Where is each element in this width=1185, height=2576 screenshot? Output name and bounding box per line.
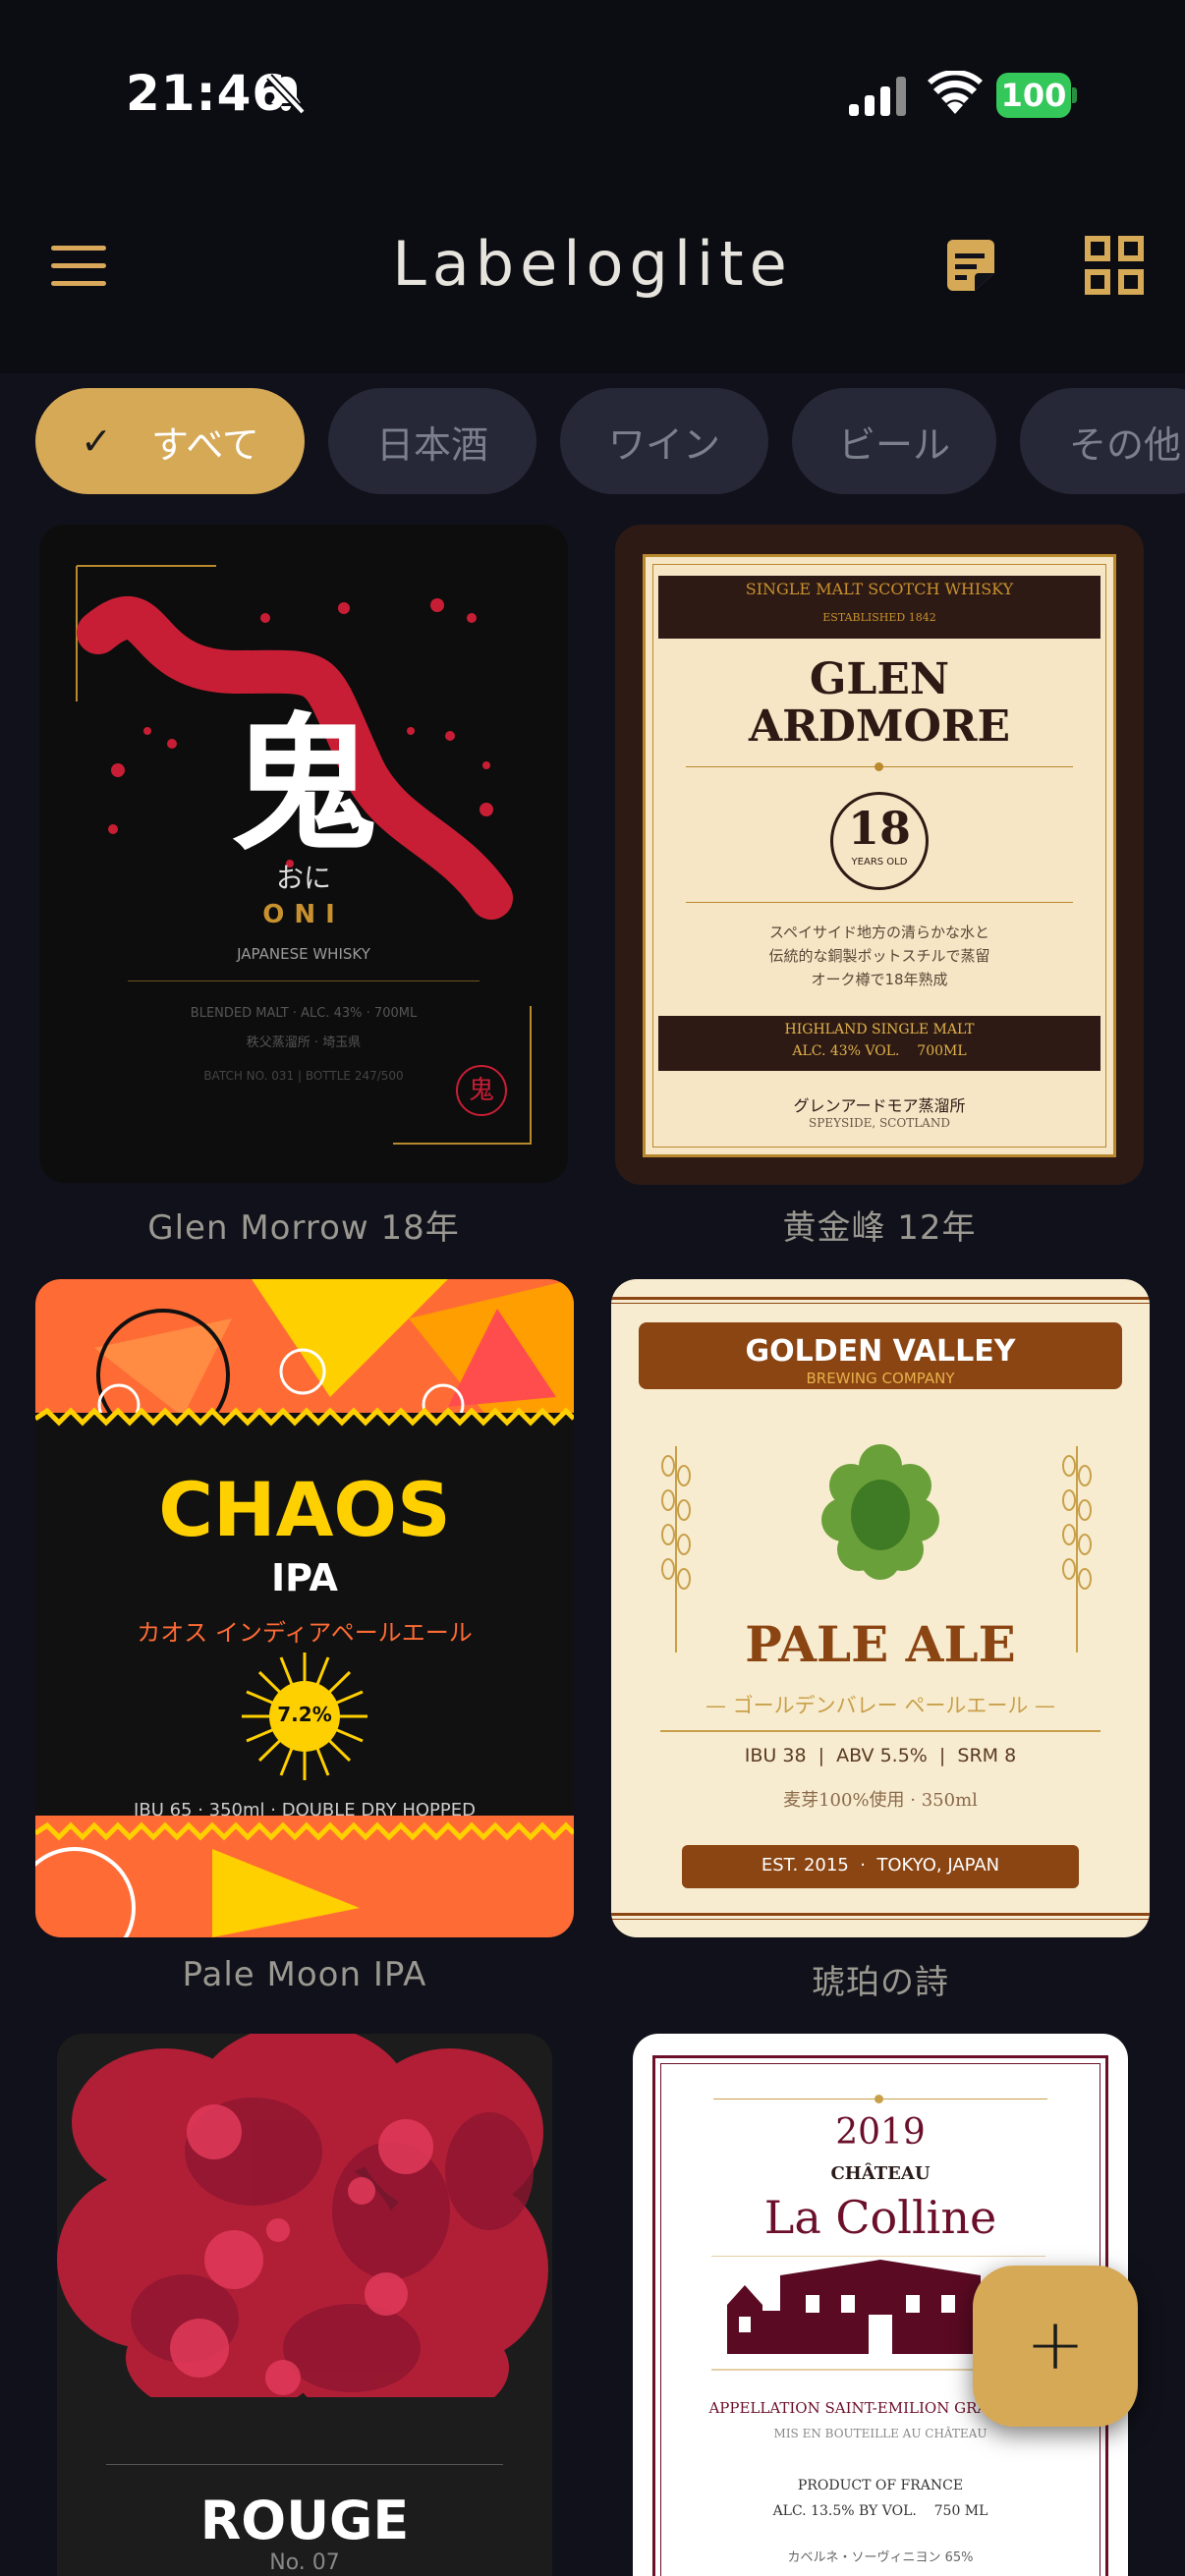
note-icon[interactable] xyxy=(941,236,1000,295)
filter-chip-sake[interactable]: 日本酒 xyxy=(328,388,536,494)
label-name: La Colline xyxy=(763,2191,997,2244)
label-specs: IBU 38 | ABV 5.5% | SRM 8 xyxy=(744,1745,1017,1766)
filter-chip-beer[interactable]: ビール xyxy=(792,388,996,494)
label-abv: 7.2% xyxy=(277,1703,332,1726)
label-style: IPA xyxy=(271,1556,338,1599)
battery-level: 100 xyxy=(996,73,1071,118)
label-bottled: MIS EN BOUTEILLE AU CHÂTEAU xyxy=(773,2427,988,2440)
label-desc1: スペイサイド地方の清らかな水と xyxy=(769,924,989,941)
label-chateau: CHÂTEAU xyxy=(830,2163,931,2184)
label-top2: ESTABLISHED 1842 xyxy=(822,611,936,624)
label-card-glen-ardmore[interactable]: SINGLE MALT SCOTCH WHISKY ESTABLISHED 18… xyxy=(615,525,1144,1185)
label-name1: GLEN xyxy=(809,654,950,704)
label-est: EST. 2015 · TOKYO, JAPAN xyxy=(761,1855,1000,1876)
label-jp: カオス インディアペールエール xyxy=(137,1619,473,1647)
app-title: Labeloglite xyxy=(392,228,793,300)
label-kana: おに xyxy=(275,862,331,894)
card-caption: Pale Moon IPA xyxy=(182,1955,427,1994)
label-artwork xyxy=(660,1444,1100,1732)
chip-label: すべて xyxy=(151,422,259,467)
label-age: 18 xyxy=(847,802,911,855)
label-foot1: グレンアードモア蒸溜所 xyxy=(793,1096,966,1115)
label-grape: カベルネ・ソーヴィニヨン 65% xyxy=(787,2550,974,2565)
label-line1: BLENDED MALT · ALC. 43% · 700ML xyxy=(190,1006,418,1021)
filter-chip-wine[interactable]: ワイン xyxy=(560,388,768,494)
label-foot: IBU 65 · 350ml · DOUBLE DRY HOPPED xyxy=(134,1800,476,1820)
wifi-icon xyxy=(928,71,983,114)
card-caption: 黄金峰 12年 xyxy=(782,1208,977,1248)
label-band2: ALC. 43% VOL. 700ML xyxy=(792,1043,967,1059)
label-name: CHAOS xyxy=(158,1466,451,1553)
label-artwork xyxy=(57,2034,552,2407)
label-name: PALE ALE xyxy=(745,1615,1016,1673)
label-card-rouge[interactable]: ROUGE No. 07 xyxy=(57,2034,552,2576)
battery-indicator: 100 xyxy=(996,73,1077,118)
label-top1: SINGLE MALT SCOTCH WHISKY xyxy=(745,580,1014,598)
label-card-golden-valley[interactable]: GOLDEN VALLEY BREWING COMPANY PALE ALE —… xyxy=(611,1279,1150,1937)
plus-icon: + xyxy=(1025,2303,1086,2385)
chip-label: ビール xyxy=(837,422,950,467)
grid-view-icon[interactable] xyxy=(1085,236,1144,295)
label-jp: — ゴールデンバレー ペールエール — xyxy=(705,1694,1056,1717)
bell-muted-icon xyxy=(266,74,306,115)
cellular-signal-icon xyxy=(849,77,906,116)
menu-icon[interactable] xyxy=(51,246,110,289)
card-caption: 琥珀の詩 xyxy=(812,1963,949,2002)
label-foot2: SPEYSIDE, SCOTLAND xyxy=(809,1116,950,1130)
label-line2: 秩父蒸溜所 · 埼玉県 xyxy=(246,1036,362,1050)
label-malt: 麦芽100%使用 · 350ml xyxy=(783,1790,978,1811)
label-name: ONI xyxy=(262,900,345,929)
label-kanji: 鬼 xyxy=(229,699,377,871)
label-alc: ALC. 13.5% BY VOL. 750 ML xyxy=(772,2503,988,2519)
label-name: ROUGE xyxy=(199,2490,410,2551)
label-no: No. 07 xyxy=(269,2550,340,2575)
label-card-chaos-ipa[interactable]: CHAOS IPA カオス インディアペールエール 7.2% IBU 65 · … xyxy=(35,1279,574,1937)
chip-label: 日本酒 xyxy=(375,422,488,467)
label-product: PRODUCT OF FRANCE xyxy=(797,2478,964,2493)
label-desc3: オーク樽で18年熟成 xyxy=(811,971,948,988)
label-band1: HIGHLAND SINGLE MALT xyxy=(784,1022,975,1037)
card-caption: Glen Morrow 18年 xyxy=(147,1208,460,1248)
chip-label: ワイン xyxy=(607,422,720,467)
checkmark-icon: ✓ xyxy=(81,420,112,463)
label-card-oni[interactable]: 鬼 おに ONI JAPANESE WHISKY BLENDED MALT · … xyxy=(39,525,568,1183)
filter-chip-all[interactable]: ✓ すべて xyxy=(35,388,305,494)
label-sub: JAPANESE WHISKY xyxy=(237,945,370,963)
chip-label: その他 xyxy=(1069,422,1182,467)
label-year: 2019 xyxy=(835,2112,926,2153)
add-label-button[interactable]: + xyxy=(973,2266,1138,2427)
filter-chip-other[interactable]: その他 xyxy=(1020,388,1185,494)
label-desc2: 伝統的な銅製ポットスチルで蒸留 xyxy=(768,947,990,965)
label-seal: 鬼 xyxy=(456,1065,507,1116)
label-name2: ARDMORE xyxy=(749,701,1010,752)
label-artwork xyxy=(35,1279,574,1937)
label-age-sub: YEARS OLD xyxy=(851,857,908,868)
